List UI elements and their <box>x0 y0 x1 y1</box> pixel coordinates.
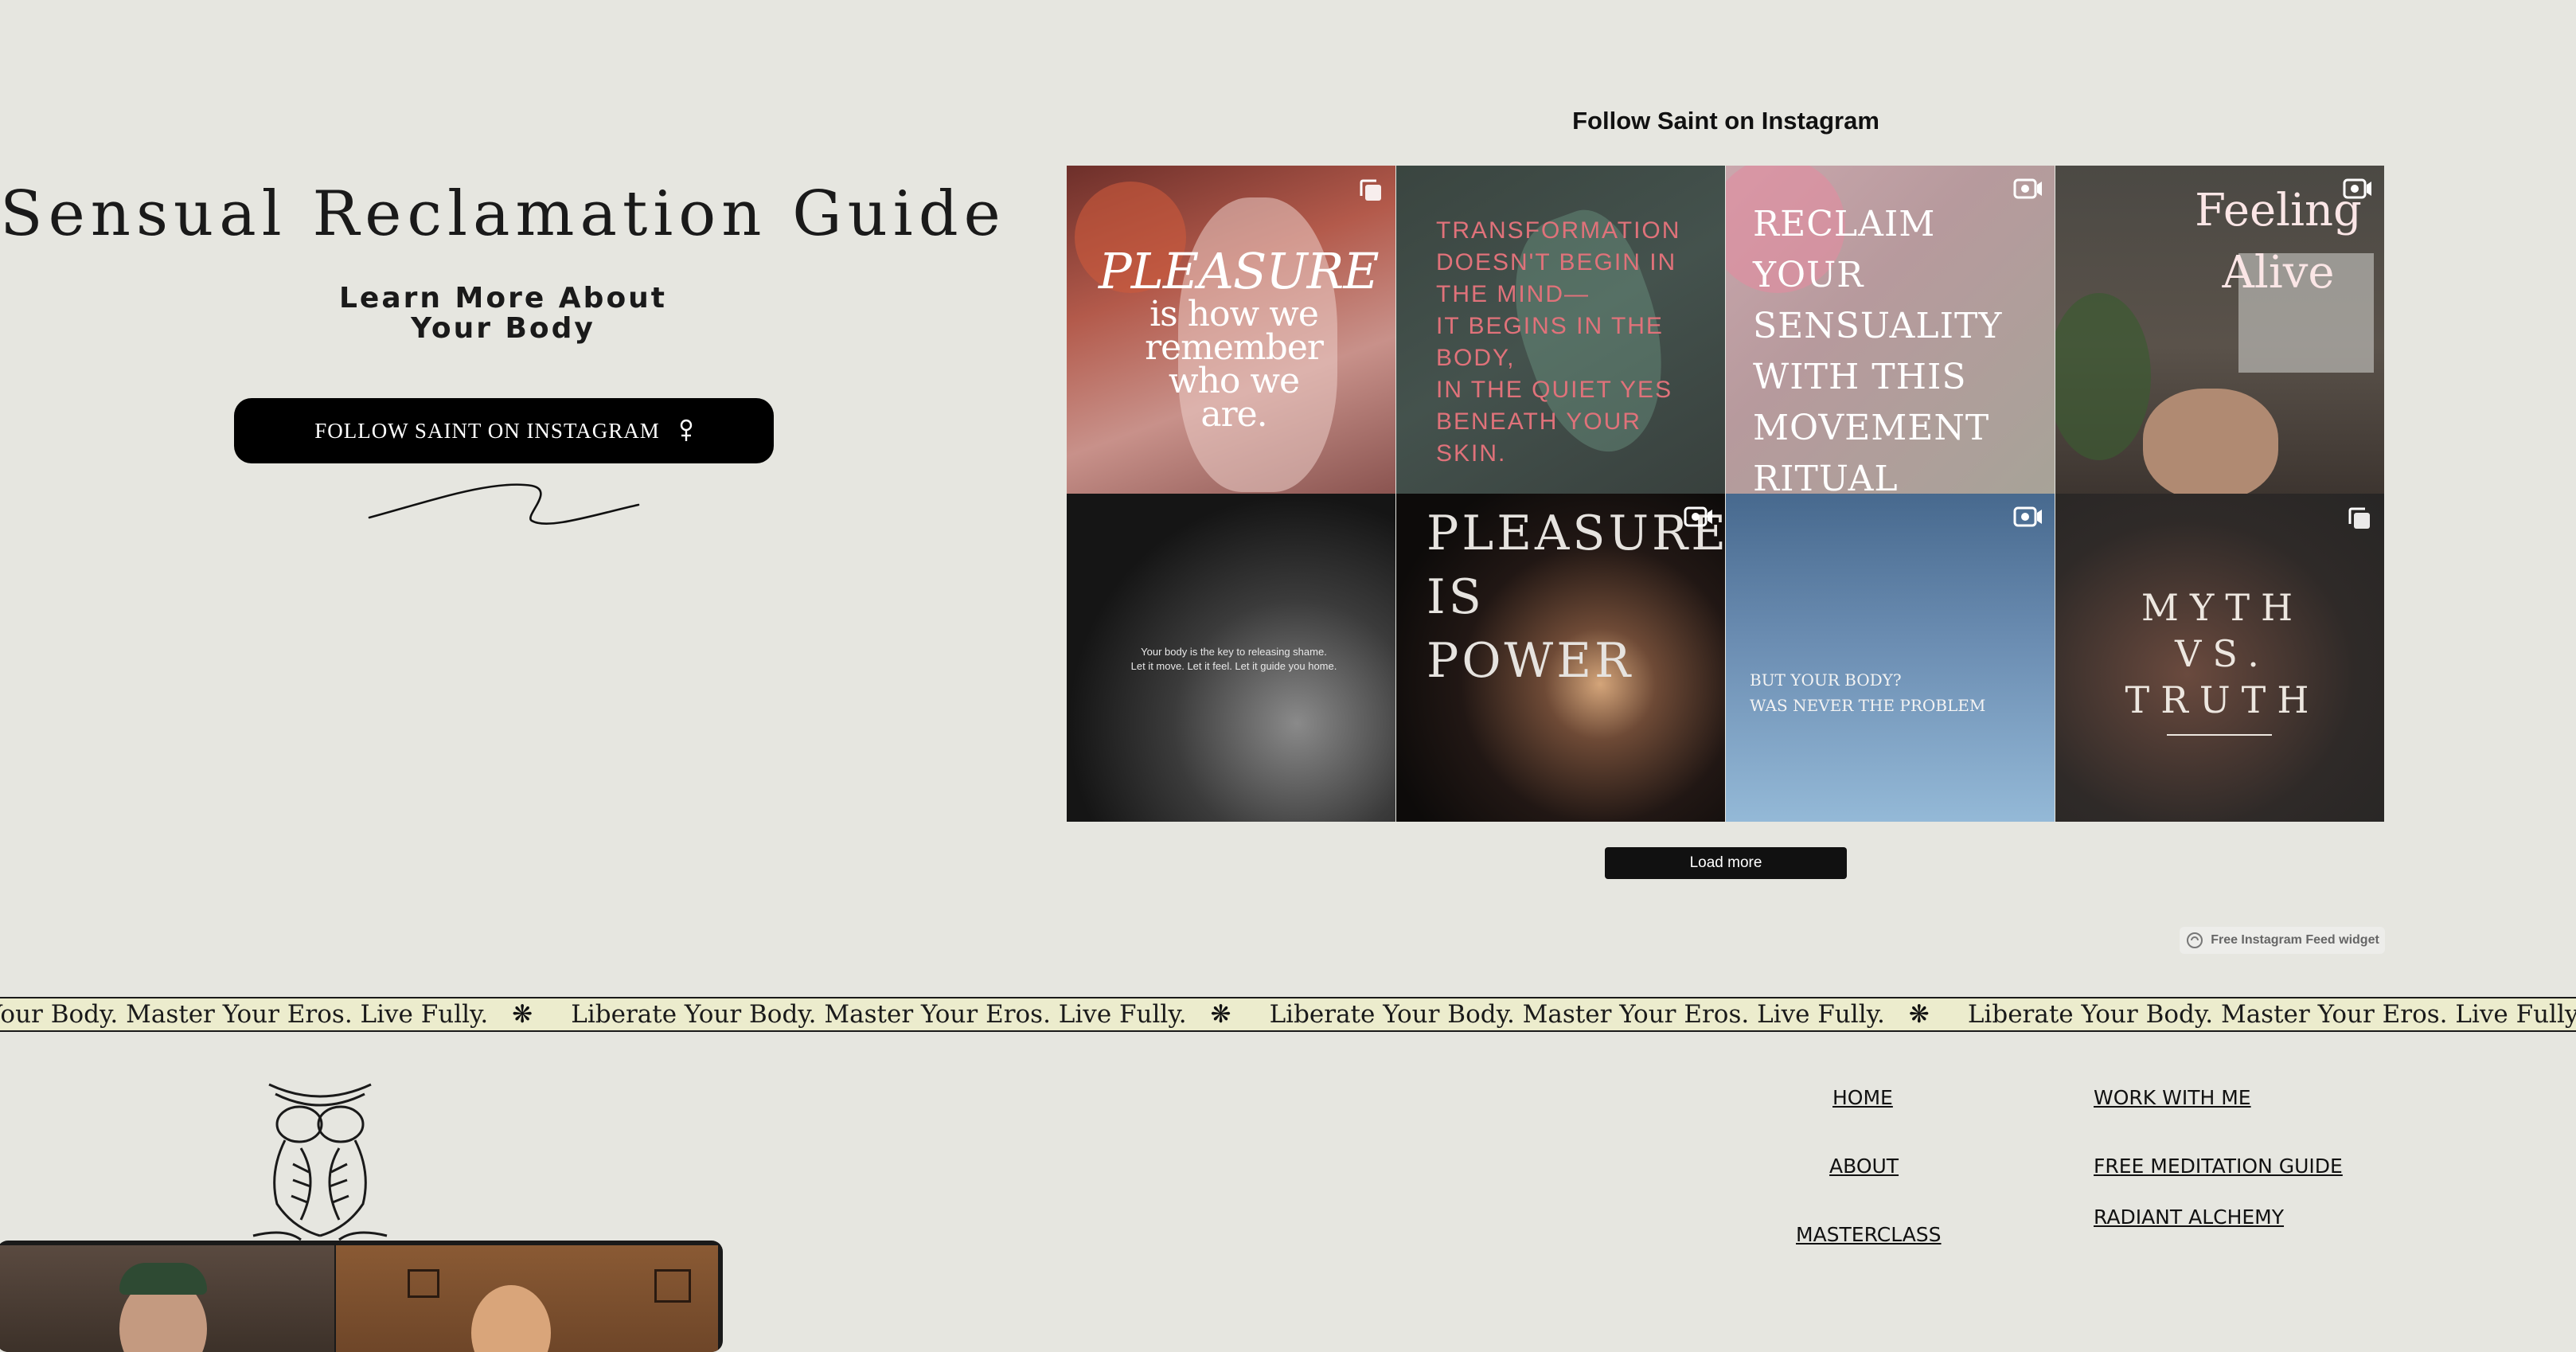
asterisk-icon: ❋ <box>512 1000 533 1029</box>
instagram-post[interactable]: RECLAIM YOUR SENSUALITY WITH THIS MOVEME… <box>1726 166 2055 494</box>
marquee-text: Liberate Your Body. Master Your Eros. Li… <box>1967 1000 2576 1029</box>
post-caption: MYTH VS. TRUTH <box>2125 586 2320 721</box>
instagram-post[interactable]: TRANSFORMATION DOESN'T BEGIN IN THE MIND… <box>1396 166 1725 494</box>
instagram-widget-link[interactable]: Free Instagram Feed widget <box>2180 927 2385 954</box>
follow-instagram-button[interactable]: FOLLOW SAINT ON INSTAGRAM <box>234 398 774 463</box>
post-caption: BUT YOUR BODY? WAS NEVER THE PROBLEM <box>1750 670 1986 715</box>
tiger-crest-logo <box>252 1083 388 1241</box>
instagram-feed-grid: PLEASURE is how we remember who we are. … <box>1067 166 2385 822</box>
instagram-post[interactable]: PLEASURE IS POWER <box>1396 494 1725 822</box>
instagram-widget-label: Free Instagram Feed widget <box>2211 933 2379 947</box>
marquee-text: Liberate Your Body. Master Your Eros. Li… <box>1269 1000 1885 1029</box>
instagram-post[interactable]: Feeling Alive <box>2055 166 2384 494</box>
post-caption: Your body is the key to releasing shame.… <box>1130 646 1337 672</box>
marquee-banner: Liberate Your Body. Master Your Eros. Li… <box>0 997 2576 1032</box>
instagram-post[interactable]: BUT YOUR BODY? WAS NEVER THE PROBLEM <box>1726 494 2055 822</box>
hero-subtitle: Learn More About Your Body <box>0 283 1006 344</box>
carousel-icon <box>2348 507 2370 529</box>
follow-instagram-label: FOLLOW SAINT ON INSTAGRAM <box>314 418 660 443</box>
post-caption: RECLAIM YOUR SENSUALITY WITH THIS MOVEME… <box>1753 204 2003 494</box>
instagram-feed-heading: Follow Saint on Instagram <box>1572 107 1879 135</box>
instagram-post[interactable]: MYTH VS. TRUTH <box>2055 494 2384 822</box>
footer-link-home[interactable]: HOME <box>1832 1086 1893 1109</box>
instagram-post[interactable]: Your body is the key to releasing shame.… <box>1067 494 1395 822</box>
footer-link-about[interactable]: ABOUT <box>1829 1155 1899 1178</box>
page-title: Sensual Reclamation Guide <box>0 178 1006 250</box>
post-caption: PLEASURE is how we remember who we are. <box>1099 242 1380 435</box>
video-call-overlay[interactable] <box>0 1241 723 1352</box>
hero-subtitle-line-1: Learn More About <box>338 282 668 315</box>
post-caption: PLEASURE IS POWER <box>1427 506 1725 689</box>
footer-link-work-with-me[interactable]: WORK WITH ME <box>2094 1086 2251 1109</box>
hero-subtitle-line-2: Your Body <box>411 312 595 345</box>
reel-icon <box>2013 506 2042 527</box>
marquee-text: Liberate Your Body. Master Your Eros. Li… <box>571 1000 1187 1029</box>
carousel-icon <box>1360 179 1381 201</box>
venus-symbol-icon <box>680 419 692 441</box>
load-more-button[interactable]: Load more <box>1605 847 1847 879</box>
participant-video <box>336 1245 718 1352</box>
widget-logo-icon <box>2187 932 2203 948</box>
footer-link-free-meditation-guide[interactable]: FREE MEDITATION GUIDE <box>2094 1155 2343 1178</box>
reel-icon <box>1684 506 1712 527</box>
reel-icon <box>2013 178 2042 199</box>
asterisk-icon: ❋ <box>1908 1000 1930 1029</box>
instagram-post[interactable]: PLEASURE is how we remember who we are. <box>1067 166 1395 494</box>
participant-video <box>0 1245 334 1352</box>
asterisk-icon: ❋ <box>1210 1000 1231 1029</box>
decorative-squiggle <box>368 483 640 525</box>
post-caption: TRANSFORMATION DOESN'T BEGIN IN THE MIND… <box>1436 217 1681 467</box>
post-caption: Feeling Alive <box>2195 185 2362 299</box>
footer-link-radiant-alchemy[interactable]: RADIANT ALCHEMY <box>2094 1205 2284 1229</box>
marquee-text: Liberate Your Body. Master Your Eros. Li… <box>0 1000 489 1029</box>
reel-icon <box>2343 178 2371 199</box>
footer-link-masterclass[interactable]: MASTERCLASS <box>1796 1223 1942 1246</box>
